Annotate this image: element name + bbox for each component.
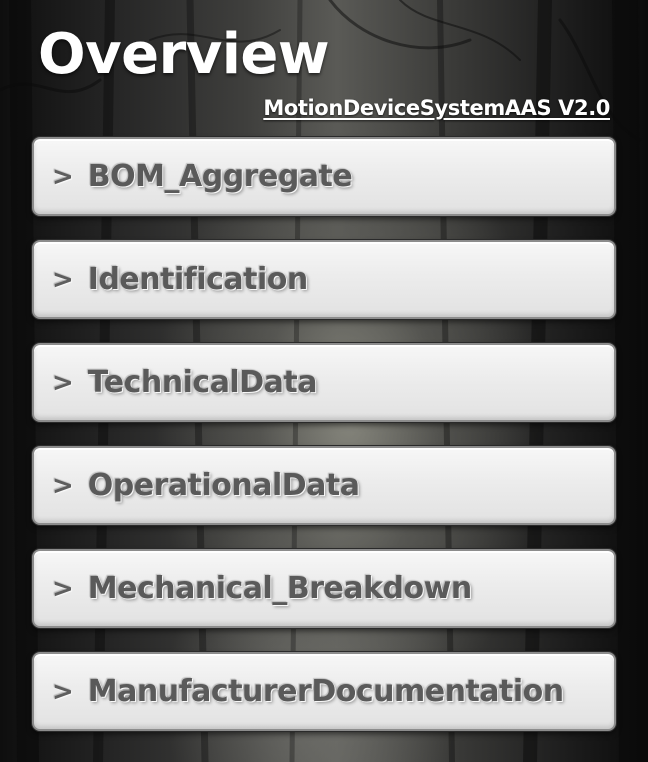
menu-item-label: BOM_Aggregate — [87, 159, 353, 194]
menu-item-label: TechnicalData — [87, 365, 318, 400]
menu-item-bom-aggregate[interactable]: > BOM_Aggregate — [32, 137, 616, 216]
menu-item-technical-data[interactable]: > TechnicalData — [32, 343, 616, 422]
chevron-right-icon: > — [52, 367, 74, 398]
menu-item-label: Mechanical_Breakdown — [87, 571, 472, 606]
chevron-right-icon: > — [52, 264, 74, 295]
chevron-right-icon: > — [52, 470, 74, 501]
chevron-right-icon: > — [52, 676, 74, 707]
menu-item-label: ManufacturerDocumentation — [87, 674, 564, 709]
menu-item-label: OperationalData — [87, 468, 360, 503]
menu-item-mechanical-breakdown[interactable]: > Mechanical_Breakdown — [32, 549, 616, 628]
submodel-menu: > BOM_Aggregate > Identification > Techn… — [32, 137, 616, 755]
chevron-right-icon: > — [52, 573, 74, 604]
aas-version-link[interactable]: MotionDeviceSystemAAS V2.0 — [263, 96, 610, 120]
menu-item-identification[interactable]: > Identification — [32, 240, 616, 319]
page-title: Overview — [38, 22, 330, 87]
menu-item-manufacturer-documentation[interactable]: > ManufacturerDocumentation — [32, 652, 616, 731]
chevron-right-icon: > — [52, 161, 74, 192]
menu-item-label: Identification — [87, 262, 308, 297]
menu-item-operational-data[interactable]: > OperationalData — [32, 446, 616, 525]
